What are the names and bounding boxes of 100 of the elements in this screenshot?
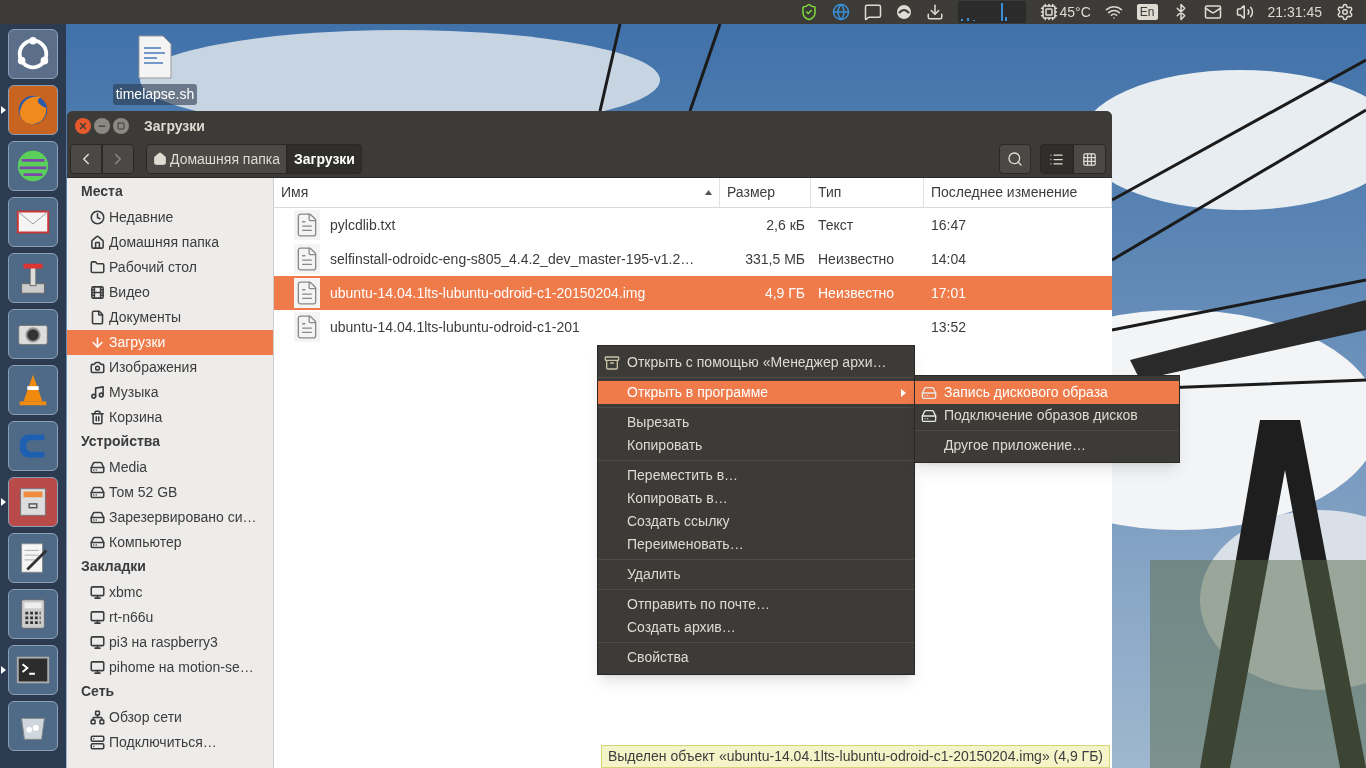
desktop-icon-label[interactable]: timelapse.sh xyxy=(112,84,198,105)
sidebar-item[interactable]: Зарезервировано си… xyxy=(67,505,273,530)
sidebar-item[interactable]: pi3 на raspberry3 xyxy=(67,630,273,655)
camera-icon xyxy=(90,360,105,375)
hard-drive-icon xyxy=(90,510,105,525)
back-button[interactable] xyxy=(70,144,102,174)
sidebar-item[interactable]: Том 52 GB xyxy=(67,480,273,505)
menu-item[interactable]: Переместить в… xyxy=(598,464,914,487)
clock[interactable]: 21:31:45 xyxy=(1267,1,1322,23)
status-bar: Выделен объект «ubuntu-14.04.1lts-lubuntu-odroid-c1-20150204.img» (4,9 ГБ) xyxy=(600,745,1110,768)
drive-icon xyxy=(921,407,937,424)
download-icon[interactable] xyxy=(925,3,944,21)
trash-icon xyxy=(90,410,105,425)
launcher-button[interactable] xyxy=(8,197,58,247)
grid-view-button[interactable] xyxy=(1073,144,1106,174)
sidebar-item[interactable]: Media xyxy=(67,455,273,480)
music-note-icon xyxy=(90,385,105,400)
network-icon xyxy=(90,710,105,725)
list-view-button[interactable] xyxy=(1040,144,1073,174)
sidebar-item[interactable]: Музыка xyxy=(67,380,273,405)
file-name: ubuntu-14.04.1lts-lubuntu-odroid-c1-201 xyxy=(330,317,580,337)
sidebar-item[interactable]: rt-n66u xyxy=(67,605,273,630)
menu-item[interactable]: Копировать в… xyxy=(598,487,914,510)
grid-icon xyxy=(1082,151,1097,167)
column-header[interactable]: Размер xyxy=(720,178,811,207)
sidebar-item[interactable]: Обзор сети xyxy=(67,705,273,730)
chat-icon[interactable] xyxy=(863,3,882,21)
launcher-button[interactable] xyxy=(8,533,58,583)
sidebar-item[interactable]: Документы xyxy=(67,305,273,330)
list-icon xyxy=(1049,151,1064,167)
menu-item[interactable]: Подключение образов дисков xyxy=(915,404,1179,427)
sidebar-heading: Устройства xyxy=(80,432,162,451)
file-row[interactable]: selfinstall-odroidc-eng-s805_4.4.2_dev_master-195-v1.2… 331,5 МБ Неизвестно 14:04 xyxy=(274,242,1112,276)
minimize-button[interactable] xyxy=(94,118,110,134)
file-modified: 16:47 xyxy=(931,216,967,233)
menu-item[interactable]: Копировать xyxy=(598,434,914,457)
file-size: 331,5 МБ xyxy=(745,249,805,269)
file-size: 2,6 кБ xyxy=(766,215,805,235)
load-graph-icon[interactable] xyxy=(957,1,1026,23)
drive-icon xyxy=(921,384,937,401)
wifi-icon[interactable] xyxy=(1104,3,1123,21)
sidebar-item[interactable]: Рабочий стол xyxy=(67,255,273,280)
launcher-button[interactable] xyxy=(8,309,58,359)
text-file-icon xyxy=(294,278,320,308)
sidebar-item[interactable]: pihome на motion-se… xyxy=(67,655,273,680)
close-button[interactable] xyxy=(75,118,91,134)
menu-item[interactable]: Удалить xyxy=(598,563,914,586)
window-title: Загрузки xyxy=(144,116,205,136)
home-icon xyxy=(153,152,167,166)
menu-item[interactable]: Вырезать xyxy=(598,411,914,434)
sidebar-item[interactable]: Домашняя папка xyxy=(67,230,273,255)
arrow-down-icon xyxy=(90,335,105,350)
menu-item[interactable]: Создать ссылку xyxy=(598,510,914,533)
file-modified: 14:04 xyxy=(931,250,967,267)
launcher-button[interactable] xyxy=(8,589,58,639)
server-icon xyxy=(90,735,105,750)
breadcrumb-button[interactable]: Домашняя папка xyxy=(146,144,288,174)
archive-icon xyxy=(604,354,620,371)
breadcrumb-button[interactable]: Загрузки xyxy=(287,144,362,174)
text-file-icon xyxy=(294,312,320,342)
globe-icon[interactable] xyxy=(831,3,850,21)
sidebar-item[interactable]: Изображения xyxy=(67,355,273,380)
mail-icon[interactable] xyxy=(1203,3,1222,21)
circle-logo-icon[interactable] xyxy=(895,4,912,20)
sidebar-item[interactable]: Компьютер xyxy=(67,530,273,555)
settings-icon[interactable] xyxy=(1336,3,1354,21)
file-size: 4,9 ГБ xyxy=(764,283,805,303)
cpu-icon[interactable] xyxy=(1039,3,1058,21)
file-row[interactable]: pylcdlib.txt 2,6 кБ Текст 16:47 xyxy=(274,208,1112,242)
hard-drive-icon xyxy=(90,460,105,475)
file-row[interactable]: ubuntu-14.04.1lts-lubuntu-odroid-c1-201 13:52 xyxy=(274,310,1112,344)
launcher-button[interactable] xyxy=(8,645,58,695)
menu-item[interactable]: Другое приложение… xyxy=(915,434,1179,457)
maximize-button[interactable] xyxy=(113,118,129,134)
sidebar-item[interactable]: Видео xyxy=(67,280,273,305)
monitor-icon xyxy=(90,660,105,675)
column-header[interactable]: Тип xyxy=(811,178,924,207)
sidebar-item[interactable]: xbmc xyxy=(67,580,273,605)
keyboard-layout[interactable]: En xyxy=(1136,4,1158,20)
sidebar-item[interactable]: Корзина xyxy=(67,405,273,430)
menu-item[interactable]: Отправить по почте… xyxy=(598,593,914,616)
clock-icon xyxy=(90,210,105,225)
menu-item[interactable]: Открыть с помощью «Менеджер архи… xyxy=(598,351,914,374)
launcher-button[interactable] xyxy=(8,29,58,79)
menu-item[interactable]: Переименовать… xyxy=(598,533,914,556)
shield-check-icon[interactable] xyxy=(799,3,818,21)
sidebar-item[interactable]: Подключиться… xyxy=(67,730,273,755)
menu-item[interactable]: Создать архив… xyxy=(598,616,914,639)
document-icon xyxy=(90,310,105,325)
file-name: selfinstall-odroidc-eng-s805_4.4.2_dev_master-195-v1.2… xyxy=(330,249,695,269)
script-file-icon[interactable] xyxy=(137,34,173,80)
launcher-button[interactable] xyxy=(8,701,58,751)
menu-item[interactable]: Свойства xyxy=(598,646,914,669)
volume-icon[interactable] xyxy=(1235,3,1254,21)
search-button[interactable] xyxy=(999,144,1031,174)
sidebar-item[interactable]: Недавние xyxy=(67,205,273,230)
file-type: Неизвестно xyxy=(818,250,895,267)
forward-button[interactable] xyxy=(102,144,134,174)
column-header[interactable]: Последнее изменение xyxy=(924,178,1112,207)
column-header[interactable]: Имя xyxy=(274,178,720,207)
